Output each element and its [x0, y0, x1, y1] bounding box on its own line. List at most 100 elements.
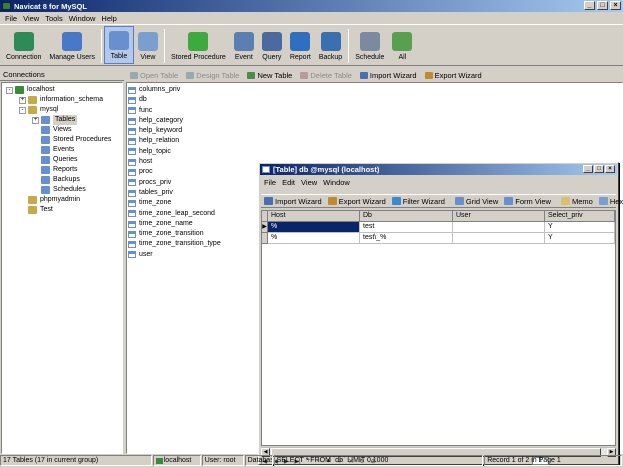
column-header-db[interactable]: Db	[360, 211, 453, 222]
table-item-label: time_zone_leap_second	[139, 209, 215, 217]
menu-window[interactable]: Window	[66, 14, 99, 23]
menu-tools[interactable]: Tools	[42, 14, 66, 23]
table-grid-view-button[interactable]: Grid View	[452, 197, 501, 206]
maximize-button[interactable]: □	[597, 1, 608, 10]
column-header-user[interactable]: User	[453, 211, 545, 222]
toolbar-query-button[interactable]: Query	[258, 26, 286, 64]
table-menu-file[interactable]: File	[261, 178, 279, 189]
tree-node-events[interactable]: Events	[2, 145, 122, 155]
open-table-button[interactable]: Open Table	[126, 71, 182, 80]
collapse-icon[interactable]: -	[6, 86, 13, 94]
tree-node-reports[interactable]: Reports	[2, 165, 122, 175]
cell-select-priv[interactable]: Y	[545, 222, 615, 233]
delete-table-button[interactable]: Delete Table	[296, 71, 356, 80]
cell-select-priv[interactable]: Y	[545, 233, 615, 244]
tree-node-tables[interactable]: + Tables	[2, 115, 122, 125]
table-window-menubar: File Edit View Window	[261, 178, 353, 189]
toolbar-label: Connection	[6, 54, 42, 61]
server-icon	[15, 86, 24, 94]
table-icon	[128, 179, 136, 187]
table-item-help-category[interactable]: help_category	[127, 116, 622, 126]
table-window-maximize-button[interactable]: □	[594, 165, 604, 173]
toolbar-stored-procedure-button[interactable]: Stored Procedure	[167, 26, 230, 64]
table-item-db[interactable]: db	[127, 95, 622, 105]
column-header-select-priv[interactable]: Select_priv	[545, 211, 615, 222]
close-button[interactable]: ×	[610, 1, 621, 10]
cell-user[interactable]	[453, 233, 545, 244]
tree-node-stored-procedures[interactable]: Stored Procedures	[2, 135, 122, 145]
cell-db[interactable]: test\_%	[360, 233, 453, 244]
toolbar-view-button[interactable]: View	[134, 26, 162, 64]
table-item-func[interactable]: func	[127, 106, 622, 116]
menu-view[interactable]: View	[20, 14, 42, 23]
column-header-host[interactable]: Host	[268, 211, 360, 222]
export-wizard-button[interactable]: Export Wizard	[421, 71, 486, 80]
collapse-icon[interactable]: -	[19, 106, 26, 114]
grid-header: Host Db User Select_priv	[262, 211, 615, 222]
expand-icon[interactable]: +	[19, 96, 26, 104]
table-window-minimize-button[interactable]: _	[583, 165, 593, 173]
cell-user[interactable]	[453, 222, 545, 233]
table-memo-button[interactable]: Memo	[558, 197, 596, 206]
toolbar-schedule-button[interactable]: Schedule	[351, 26, 388, 64]
tree-node-schedules[interactable]: Schedules	[2, 185, 122, 195]
table-import-wizard-button[interactable]: Import Wizard	[261, 197, 325, 206]
table-row[interactable]: % test\_% Y	[262, 233, 615, 244]
minimize-button[interactable]: _	[584, 1, 595, 10]
toolbar-backup-button[interactable]: Backup	[315, 26, 346, 64]
tree-node-localhost[interactable]: - localhost	[2, 85, 122, 95]
object-toolbar-label: Export Wizard	[434, 70, 482, 80]
table-window-close-button[interactable]: ×	[605, 165, 615, 173]
table-icon	[128, 241, 136, 249]
table-hex-button[interactable]: Hex	[596, 197, 623, 206]
table-item-help-relation[interactable]: help_relation	[127, 136, 622, 146]
filter-wizard-icon	[391, 197, 401, 205]
tree-node-views[interactable]: Views	[2, 125, 122, 135]
table-menu-view[interactable]: View	[298, 178, 320, 189]
tree-node-label: Stored Procedures	[53, 136, 112, 143]
toolbar-label: Stored Procedure	[170, 54, 226, 61]
table-item-label: time_zone_name	[139, 219, 193, 227]
table-filter-wizard-button[interactable]: Filter Wizard	[389, 197, 448, 206]
cell-host[interactable]: %	[268, 222, 360, 233]
expand-icon[interactable]: +	[32, 116, 39, 124]
toolbar-manage-users-button[interactable]: Manage Users	[45, 26, 99, 64]
cell-host[interactable]: %	[268, 233, 360, 244]
table-icon	[128, 189, 136, 197]
table-menu-edit[interactable]: Edit	[279, 178, 298, 189]
tree-node-queries[interactable]: Queries	[2, 155, 122, 165]
table-form-view-button[interactable]: Form View	[501, 197, 554, 206]
table-icon	[128, 127, 136, 135]
grid-body: ▶% test Y% test\_% Y	[262, 222, 615, 244]
new-table-button[interactable]: New Table	[243, 71, 296, 80]
table-item-label: time_zone_transition	[139, 230, 204, 238]
tree-node-test[interactable]: Test	[2, 205, 122, 215]
menu-help[interactable]: Help	[98, 14, 119, 23]
toolbar-connection-button[interactable]: Connection	[2, 26, 45, 64]
tree-node-backups[interactable]: Backups	[2, 175, 122, 185]
table-menu-window[interactable]: Window	[320, 178, 353, 189]
table-item-columns-priv[interactable]: columns_priv	[127, 85, 622, 95]
table-row[interactable]: ▶% test Y	[262, 222, 615, 233]
toolbar-label: Table	[110, 53, 128, 60]
table-icon	[262, 166, 270, 173]
toolbar-report-button[interactable]: Report	[286, 26, 315, 64]
toolbar-all-button[interactable]: All	[388, 26, 416, 64]
toolbar-event-button[interactable]: Event	[230, 26, 258, 64]
table-export-wizard-button[interactable]: Export Wizard	[325, 197, 389, 206]
connection-status-icon	[155, 458, 163, 464]
design-table-icon	[186, 71, 195, 79]
design-table-button[interactable]: Design Table	[182, 71, 243, 80]
toolbar-label: View	[140, 54, 156, 61]
tree-node-phpmyadmin[interactable]: phpmyadmin	[2, 195, 122, 205]
table-item-help-topic[interactable]: help_topic	[127, 147, 622, 157]
menu-file[interactable]: File	[2, 14, 20, 23]
tree-node-mysql[interactable]: - mysql	[2, 105, 122, 115]
object-toolbar: Open Table Design Table New Table Delete Ta…	[126, 69, 623, 81]
export-wizard-icon	[424, 71, 433, 79]
toolbar-table-button[interactable]: Table	[103, 26, 134, 64]
tree-node-information-schema[interactable]: + information_schema	[2, 95, 122, 105]
table-item-help-keyword[interactable]: help_keyword	[127, 126, 622, 136]
cell-db[interactable]: test	[360, 222, 453, 233]
import-wizard-button[interactable]: Import Wizard	[356, 71, 421, 80]
